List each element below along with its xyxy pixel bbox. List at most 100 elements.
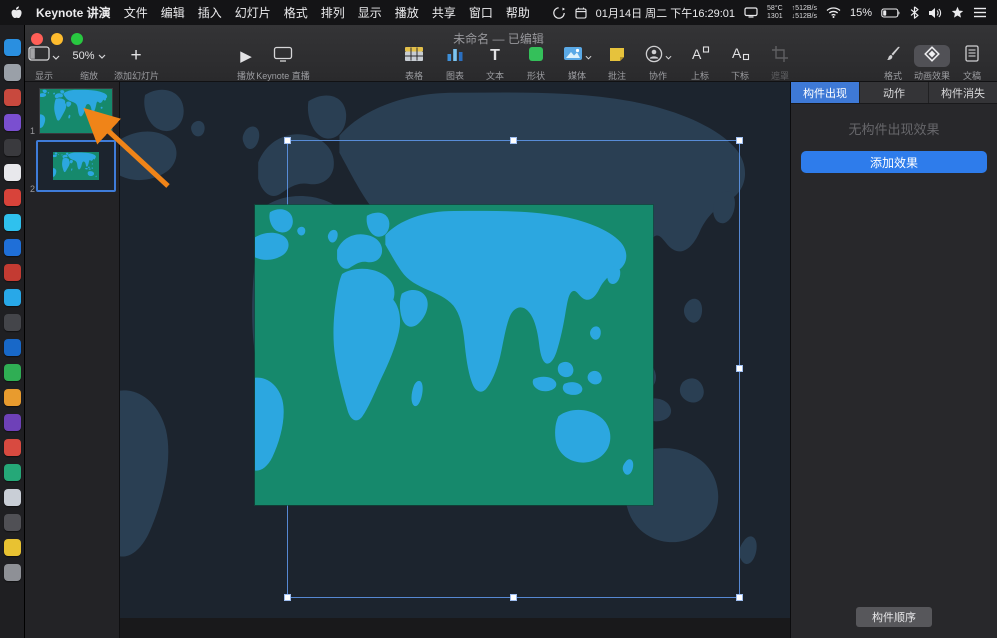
dock-app-icon[interactable] — [3, 364, 21, 381]
resize-handle-middle-right[interactable] — [736, 365, 743, 372]
format-panel-button[interactable]: 格式 — [871, 45, 915, 82]
dock-app-icon[interactable] — [3, 89, 21, 106]
resize-handle-bottom-left[interactable] — [284, 594, 291, 601]
volume-icon[interactable] — [928, 7, 942, 19]
view-icon — [28, 46, 50, 66]
menu-slide[interactable]: 幻灯片 — [235, 4, 271, 21]
menu-edit[interactable]: 编辑 — [161, 4, 185, 21]
resize-handle-top-right[interactable] — [736, 137, 743, 144]
menu-view[interactable]: 显示 — [358, 4, 382, 21]
menu-window[interactable]: 窗口 — [469, 4, 493, 21]
slide-canvas[interactable] — [120, 82, 790, 638]
zoom-value: 50% — [72, 50, 95, 62]
keynote-live-button[interactable]: Keynote 直播 — [251, 45, 315, 82]
dock-app-icon[interactable] — [3, 564, 21, 581]
dock-app-icon[interactable] — [3, 339, 21, 356]
insert-media-button[interactable]: 媒体 — [555, 45, 599, 82]
animate-panel-button[interactable]: 动画效果 — [910, 45, 954, 82]
plus-icon: + — [130, 45, 142, 66]
tab-build-in[interactable]: 构件出现 — [791, 82, 860, 103]
resize-handle-top-left[interactable] — [284, 137, 291, 144]
apple-logo-icon[interactable] — [10, 5, 23, 20]
zoom-control[interactable]: 50% 缩放 — [67, 45, 111, 82]
calendar-icon[interactable] — [575, 7, 587, 19]
dock-app-icon[interactable] — [3, 289, 21, 306]
dock-app-icon[interactable] — [3, 514, 21, 531]
chevron-down-icon — [52, 47, 60, 65]
slide-thumbnail-2-selected[interactable] — [36, 140, 116, 192]
green-world-map-image[interactable] — [255, 205, 653, 505]
mask-button: 遮罩 — [758, 45, 802, 82]
dock-app-icon[interactable] — [3, 264, 21, 281]
dock-app-icon[interactable] — [3, 189, 21, 206]
dock-app-icon[interactable] — [3, 64, 21, 81]
tab-build-out[interactable]: 构件消失 — [929, 82, 997, 103]
add-effect-button[interactable]: 添加效果 — [801, 151, 987, 173]
collaborate-button[interactable]: 协作 — [636, 45, 680, 82]
slide-number: 2 — [30, 184, 36, 194]
insert-chart-button[interactable]: 图表 — [433, 45, 477, 82]
menu-app-name[interactable]: Keynote 讲演 — [36, 4, 111, 21]
dock-app-icon[interactable] — [3, 139, 21, 156]
tab-action[interactable]: 动作 — [860, 82, 929, 103]
status-network-speed[interactable]: ↑512B/s ↓512B/s — [792, 5, 817, 20]
monitor-icon — [273, 46, 293, 67]
dock-app-icon[interactable] — [3, 389, 21, 406]
sync-icon[interactable] — [552, 6, 566, 20]
wifi-icon[interactable] — [826, 7, 841, 18]
menu-insert[interactable]: 插入 — [198, 4, 222, 21]
insert-text-button[interactable]: T 文本 — [473, 45, 517, 82]
no-effect-placeholder: 无构件出现效果 — [848, 122, 940, 137]
menu-format[interactable]: 格式 — [284, 4, 308, 21]
dock-app-icon[interactable] — [3, 439, 21, 456]
table-icon — [404, 46, 424, 67]
menu-play[interactable]: 播放 — [395, 4, 419, 21]
insert-table-button[interactable]: 表格 — [392, 45, 436, 82]
insert-shape-button[interactable]: 形状 — [514, 45, 558, 82]
menu-file[interactable]: 文件 — [124, 4, 148, 21]
dock-app-icon[interactable] — [3, 314, 21, 331]
build-order-button[interactable]: 构件顺序 — [856, 607, 932, 627]
paintbrush-icon — [884, 45, 902, 68]
world-map-thumbnail — [40, 89, 109, 129]
view-button[interactable]: 显示 — [22, 45, 66, 82]
subscript-button[interactable]: A 下标 — [718, 45, 762, 82]
slide-thumbnail-1[interactable] — [39, 88, 113, 134]
document-panel-button[interactable]: 文稿 — [950, 45, 994, 82]
chart-icon — [445, 46, 465, 67]
dock-app-icon[interactable] — [3, 164, 21, 181]
menu-arrange[interactable]: 排列 — [321, 4, 345, 21]
menu-share[interactable]: 共享 — [432, 4, 456, 21]
dock-app-icon[interactable] — [3, 39, 21, 56]
dock-app-icon[interactable] — [3, 114, 21, 131]
display-status-icon[interactable] — [744, 7, 758, 18]
dock-app-icon[interactable] — [3, 214, 21, 231]
dock-app-icon[interactable] — [3, 464, 21, 481]
dock-app-icon[interactable] — [3, 489, 21, 506]
comment-button[interactable]: 批注 — [595, 45, 639, 82]
resize-handle-top-middle[interactable] — [509, 137, 517, 144]
superscript-button[interactable]: A 上标 — [678, 45, 722, 82]
add-slide-button[interactable]: + 添加幻灯片 — [114, 45, 159, 82]
window-titlebar: 未命名 — 已编辑 显示 50% 缩放 + 添加幻灯片 ▶ 播放 Keynote… — [0, 25, 997, 82]
slide-editing-area[interactable] — [120, 82, 790, 618]
svg-text:A: A — [732, 45, 742, 61]
green-map-mini — [53, 152, 99, 180]
star-icon[interactable] — [951, 6, 964, 19]
battery-icon[interactable] — [881, 7, 901, 18]
menu-help[interactable]: 帮助 — [506, 4, 530, 21]
dock-app-icon[interactable] — [3, 414, 21, 431]
screen: Keynote 讲演 文件 编辑 插入 幻灯片 格式 排列 显示 播放 共享 窗… — [0, 0, 997, 638]
svg-text:A: A — [692, 46, 702, 62]
chevron-down-icon — [665, 47, 672, 65]
status-temperature[interactable]: 58°C 1301 — [767, 5, 783, 20]
menu-list-icon[interactable] — [973, 7, 987, 18]
status-datetime[interactable]: 01月14日 周二 下午16:29:01 — [596, 5, 735, 21]
dock-app-icon[interactable] — [3, 239, 21, 256]
collaborate-icon — [645, 45, 663, 68]
chevron-down-icon — [98, 50, 106, 62]
dock-app-icon[interactable] — [3, 539, 21, 556]
bluetooth-icon[interactable] — [910, 6, 919, 19]
resize-handle-bottom-middle[interactable] — [509, 594, 517, 601]
resize-handle-bottom-right[interactable] — [736, 594, 743, 601]
